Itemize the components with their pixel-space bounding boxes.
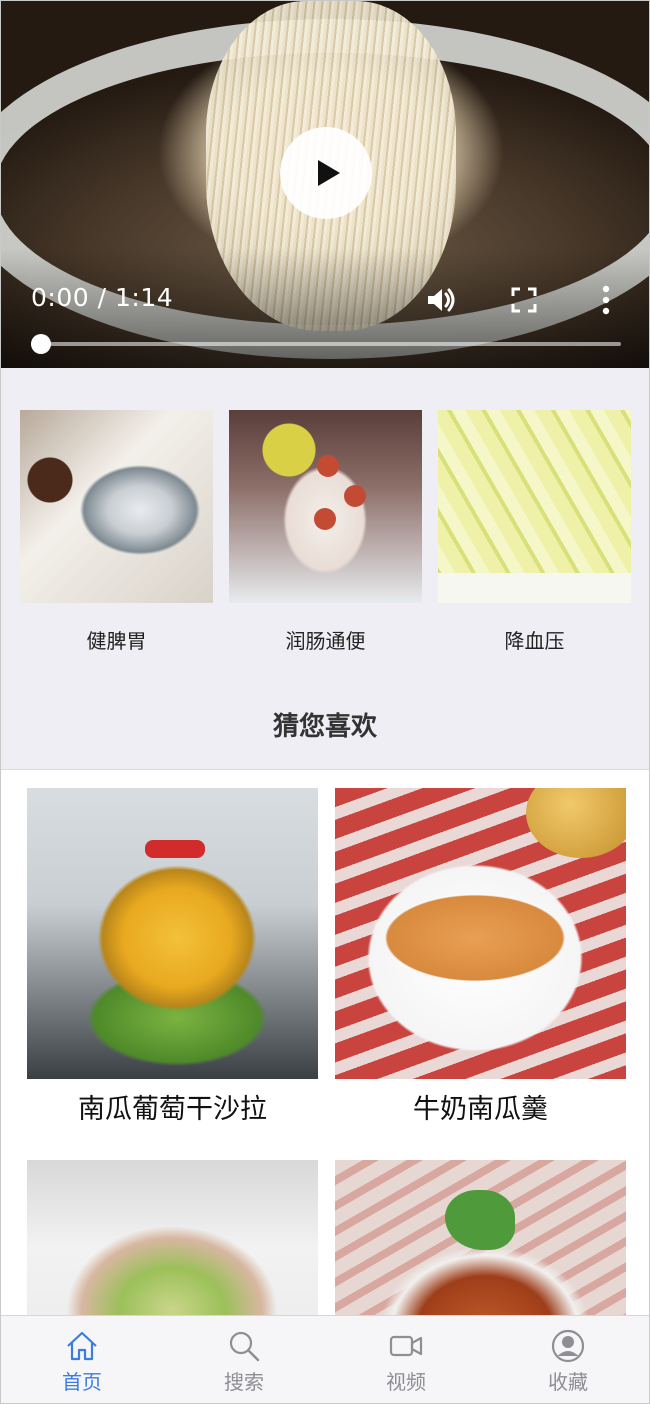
recipe-name: 牛奶南瓜羹 (413, 1094, 548, 1125)
current-time: 0:00 (31, 283, 90, 312)
app-screen: 0:00 / 1:14 健脾胃 润肠通便 降血压 猜您喜欢 南瓜葡萄干沙拉 牛奶… (0, 0, 650, 1404)
tab-video[interactable]: 视频 (325, 1316, 487, 1403)
category-image (20, 410, 213, 603)
fullscreen-icon (511, 287, 537, 313)
tab-search[interactable]: 搜索 (163, 1316, 325, 1403)
tab-label: 视频 (386, 1370, 426, 1394)
recipe-image (27, 788, 318, 1079)
recipe-card[interactable] (335, 1160, 626, 1316)
video-time: 0:00 / 1:14 (31, 283, 173, 312)
volume-icon (428, 288, 455, 312)
recipe-card[interactable]: 牛奶南瓜羹 (335, 788, 626, 1126)
video-camera-icon (389, 1335, 423, 1357)
user-icon (551, 1329, 585, 1363)
recipe-image (335, 1160, 626, 1316)
tab-label: 收藏 (548, 1370, 588, 1394)
category-label: 润肠通便 (285, 629, 366, 653)
home-icon (67, 1331, 97, 1361)
fullscreen-button[interactable] (507, 283, 541, 317)
category-image (438, 410, 631, 603)
duration: 1:14 (114, 283, 174, 312)
recommend-title: 猜您喜欢 (272, 712, 377, 742)
more-button[interactable] (589, 283, 623, 317)
category-section: 健脾胃 润肠通便 降血压 猜您喜欢 (1, 368, 649, 769)
recipe-card[interactable] (27, 1160, 318, 1316)
play-button[interactable] (280, 127, 372, 219)
category-label: 降血压 (504, 629, 565, 653)
progress-knob[interactable] (31, 334, 51, 354)
volume-button[interactable] (424, 283, 458, 317)
search-icon (229, 1331, 260, 1362)
recipe-grid: 南瓜葡萄干沙拉 牛奶南瓜羹 (1, 769, 649, 1316)
category-item[interactable]: 润肠通便 (229, 410, 422, 654)
video-player[interactable]: 0:00 / 1:14 (1, 1, 649, 368)
progress-bar[interactable] (41, 342, 621, 346)
category-label: 健脾胃 (86, 629, 147, 653)
tab-favorites[interactable]: 收藏 (487, 1316, 649, 1403)
more-vertical-icon (602, 285, 610, 315)
bottom-tab-bar: 首页 搜索 视频 收藏 (1, 1315, 649, 1403)
category-item[interactable]: 降血压 (438, 410, 631, 654)
recipe-image (27, 1160, 318, 1316)
recipe-image (335, 788, 626, 1079)
tab-label: 搜索 (224, 1370, 264, 1394)
time-separator: / (97, 283, 107, 312)
category-item[interactable]: 健脾胃 (20, 410, 213, 654)
tab-home[interactable]: 首页 (1, 1316, 163, 1403)
category-image (229, 410, 422, 603)
tab-label: 首页 (62, 1370, 102, 1394)
recipe-card[interactable]: 南瓜葡萄干沙拉 (27, 788, 318, 1126)
recipe-name: 南瓜葡萄干沙拉 (78, 1094, 267, 1125)
